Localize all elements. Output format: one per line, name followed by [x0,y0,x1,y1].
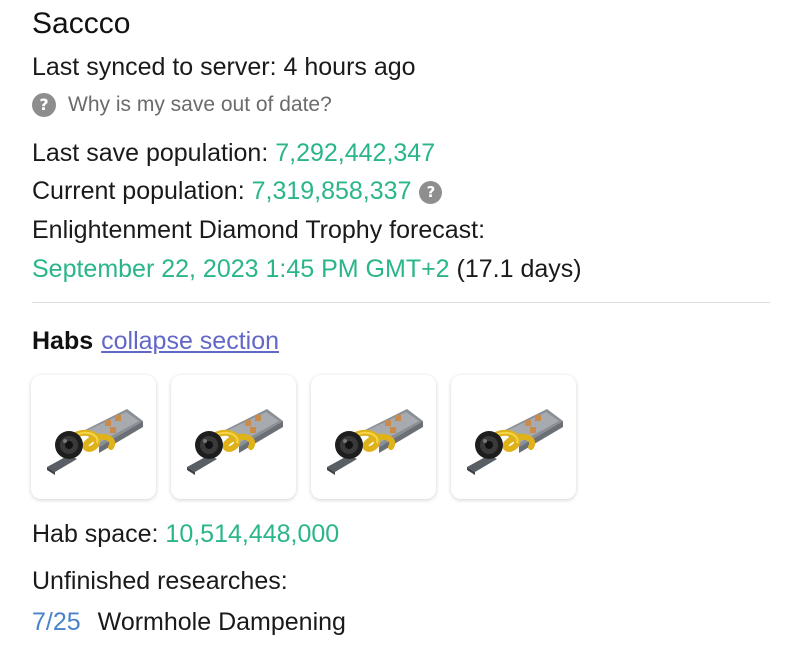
hab-icon [186,409,283,475]
sync-status: Last synced to server: 4 hours ago [32,52,416,82]
hab-tile[interactable] [31,375,156,499]
section-divider [32,302,770,303]
profile-panel: Saccco Last synced to server: 4 hours ag… [0,0,800,652]
hab-tiles [31,375,576,499]
habs-header: Habs collapse section [32,325,279,357]
sync-label: Last synced to server: [32,53,284,81]
forecast-label: Enlightenment Diamond Trophy forecast: [32,216,486,244]
hab-icon [466,409,563,475]
current-population: Current population: 7,319,858,337? [32,176,443,206]
question-icon: ? [32,93,56,117]
hab-space: Hab space: 10,514,448,000 [32,519,339,549]
last-save-label: Last save population: [32,139,276,167]
hab-space-label: Hab space: [32,520,166,548]
habs-heading: Habs [32,327,94,355]
last-save-population: Last save population: 7,292,442,347 [32,138,435,168]
hab-icon [326,409,423,475]
sync-value: 4 hours ago [283,53,416,81]
forecast-date: September 22, 2023 1:45 PM GMT+2 [32,255,450,283]
collapse-section-link[interactable]: collapse section [101,327,279,355]
research-progress: 7/25 [32,608,81,636]
hab-space-value: 10,514,448,000 [165,520,340,548]
player-name: Saccco [32,7,131,40]
hab-tile[interactable] [311,375,436,499]
research-heading: Unfinished researches: [32,567,288,595]
save-out-of-date-help[interactable]: ? Why is my save out of date? [32,92,332,118]
research-item: 7/25 Wormhole Dampening [32,607,346,637]
current-population-value: 7,319,858,337 [251,177,412,205]
hab-icon [46,409,143,475]
forecast-duration: (17.1 days) [449,255,582,283]
question-icon[interactable]: ? [419,180,443,204]
help-text: Why is my save out of date? [68,93,332,116]
research-name: Wormhole Dampening [97,608,346,636]
current-population-label: Current population: [32,177,252,205]
hab-tile[interactable] [451,375,576,499]
hab-tile[interactable] [171,375,296,499]
last-save-value: 7,292,442,347 [275,139,436,167]
forecast-value: September 22, 2023 1:45 PM GMT+2 (17.1 d… [32,254,582,284]
